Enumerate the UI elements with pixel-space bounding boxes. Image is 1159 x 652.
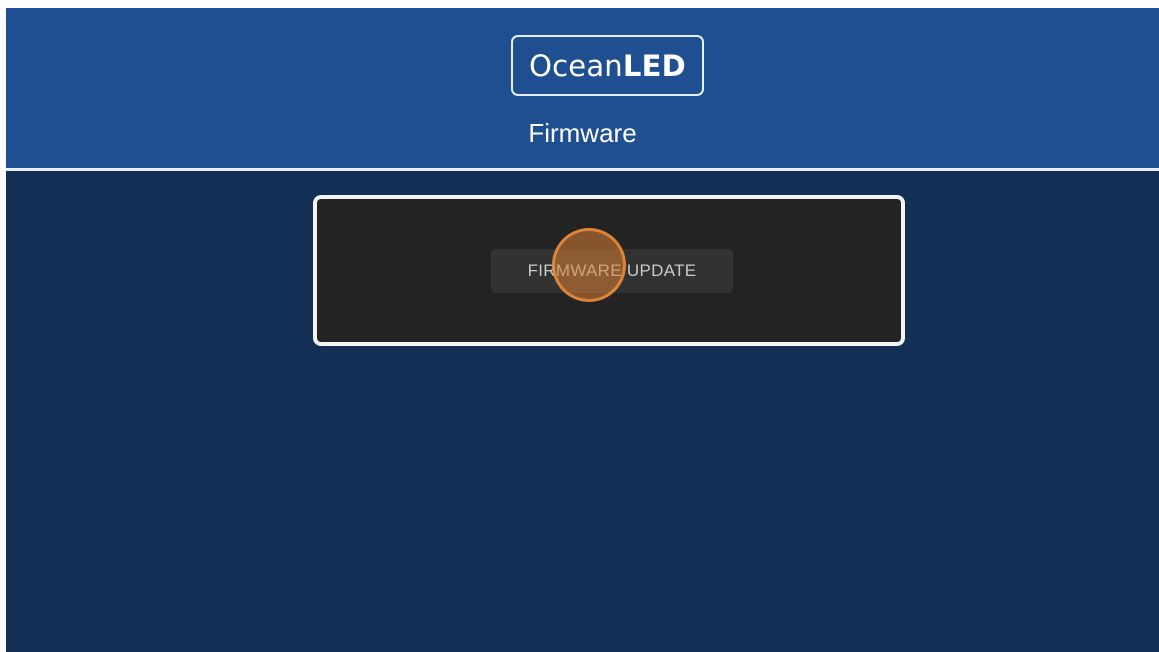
app-screen: Ocean LED Firmware FIRMWARE UPDATE — [6, 8, 1159, 652]
firmware-update-button[interactable]: FIRMWARE UPDATE — [491, 249, 733, 293]
header-bar: Ocean LED Firmware — [6, 8, 1159, 168]
header-divider — [6, 168, 1159, 171]
page-title: Firmware — [528, 118, 637, 148]
oceanled-logo: Ocean LED — [511, 35, 704, 96]
logo-text-ocean: Ocean — [529, 48, 623, 83]
logo-text-led: LED — [622, 48, 686, 83]
firmware-panel: FIRMWARE UPDATE — [313, 195, 905, 346]
